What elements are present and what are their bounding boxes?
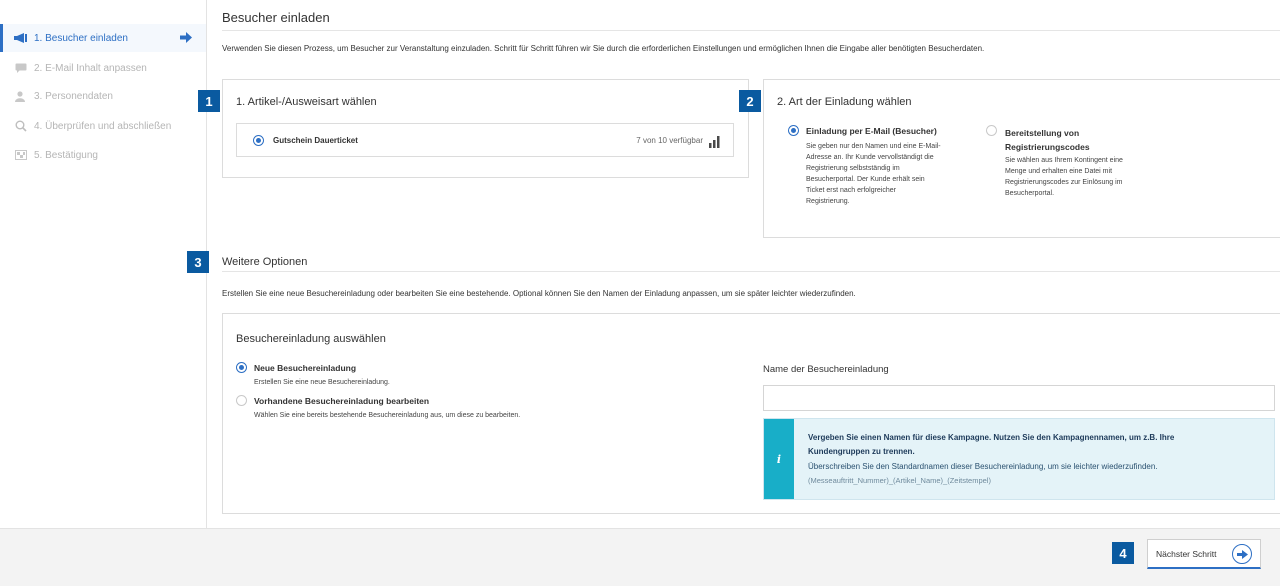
- info-template: (Messeauftritt_Nummer)_(Artikel_Name)_(Z…: [808, 476, 991, 485]
- radio-unselected[interactable]: [236, 395, 247, 406]
- sidebar-item-bestaetigung[interactable]: 5. Bestätigung: [0, 141, 206, 169]
- invitation-name-label: Name der Besuchereinladung: [763, 364, 889, 375]
- search-icon: [14, 120, 28, 132]
- sidebar-item-label: 1. Besucher einladen: [34, 32, 128, 44]
- sidebar-item-email-inhalt[interactable]: 2. E-Mail Inhalt anpassen: [0, 54, 206, 82]
- option-description: Wählen Sie eine bereits bestehende Besuc…: [254, 412, 521, 419]
- page-title: Besucher einladen: [222, 10, 330, 25]
- option-description: Sie geben nur den Namen und eine E-Mail-…: [806, 143, 941, 205]
- article-label: Gutschein Dauerticket: [273, 135, 358, 145]
- arrow-right-icon: [180, 32, 192, 46]
- availability-text: 7 von 10 verfügbar: [636, 135, 703, 145]
- divider: [222, 271, 1280, 272]
- section-description: Erstellen Sie eine neue Besuchereinladun…: [222, 289, 856, 298]
- option-description: Sie wählen aus Ihrem Kontingent eine Men…: [1005, 157, 1123, 197]
- next-step-label: Nächster Schritt: [1156, 548, 1217, 559]
- option-description: Erstellen Sie eine neue Besuchereinladun…: [254, 379, 390, 386]
- megaphone-icon: [14, 32, 28, 44]
- step-badge-4: 4: [1112, 542, 1134, 564]
- radio-selected[interactable]: [253, 134, 264, 146]
- sidebar: 1. Besucher einladen 2. E-Mail Inhalt an…: [0, 0, 207, 528]
- invitation-select-title: Besuchereinladung auswählen: [236, 333, 386, 345]
- step-badge-2: 2: [739, 90, 761, 112]
- flag-icon: [14, 149, 28, 161]
- radio-selected[interactable]: [236, 362, 247, 373]
- info-box: i Vergeben Sie einen Namen für diese Kam…: [763, 418, 1275, 500]
- info-text: Überschreiben Sie den Standardnamen dies…: [808, 462, 1158, 471]
- option-title: Bereitstellung von Registrierungscodes: [1005, 128, 1090, 152]
- page-intro: Verwenden Sie diesen Prozess, um Besuche…: [222, 44, 985, 53]
- arrow-right-icon: [1232, 544, 1252, 564]
- invitation-name-input[interactable]: [763, 385, 1275, 411]
- sidebar-item-besucher-einladen[interactable]: 1. Besucher einladen: [0, 24, 206, 52]
- footer-bar: [0, 528, 1280, 586]
- sidebar-item-ueberpruefen[interactable]: 4. Überprüfen und abschließen: [0, 112, 206, 140]
- step-badge-3: 3: [187, 251, 209, 273]
- option-title: Neue Besuchereinladung: [254, 363, 357, 373]
- option-title: Einladung per E-Mail (Besucher): [806, 126, 937, 136]
- sidebar-item-label: 2. E-Mail Inhalt anpassen: [34, 62, 147, 74]
- signal-bars-icon: [709, 135, 720, 148]
- section-title: Weitere Optionen: [222, 256, 308, 268]
- sidebar-item-label: 3. Personendaten: [34, 90, 113, 102]
- person-icon: [14, 90, 28, 102]
- invitation-type-title: 2. Art der Einladung wählen: [777, 96, 912, 108]
- radio-unselected[interactable]: [986, 125, 997, 136]
- article-option-gutschein[interactable]: Gutschein Dauerticket 7 von 10 verfügbar: [236, 123, 734, 157]
- sidebar-item-label: 5. Bestätigung: [34, 149, 98, 161]
- sidebar-item-personendaten[interactable]: 3. Personendaten: [0, 82, 206, 110]
- step-badge-1: 1: [198, 90, 220, 112]
- next-step-button[interactable]: Nächster Schritt: [1147, 539, 1261, 569]
- divider: [222, 30, 1280, 31]
- info-icon: i: [764, 419, 794, 499]
- message-icon: [14, 62, 28, 74]
- info-bold-text: Vergeben Sie einen Namen für diese Kampa…: [808, 433, 1175, 456]
- radio-selected[interactable]: [788, 125, 799, 136]
- option-title: Vorhandene Besuchereinladung bearbeiten: [254, 396, 430, 406]
- sidebar-item-label: 4. Überprüfen und abschließen: [34, 120, 172, 132]
- article-type-title: 1. Artikel-/Ausweisart wählen: [236, 96, 377, 108]
